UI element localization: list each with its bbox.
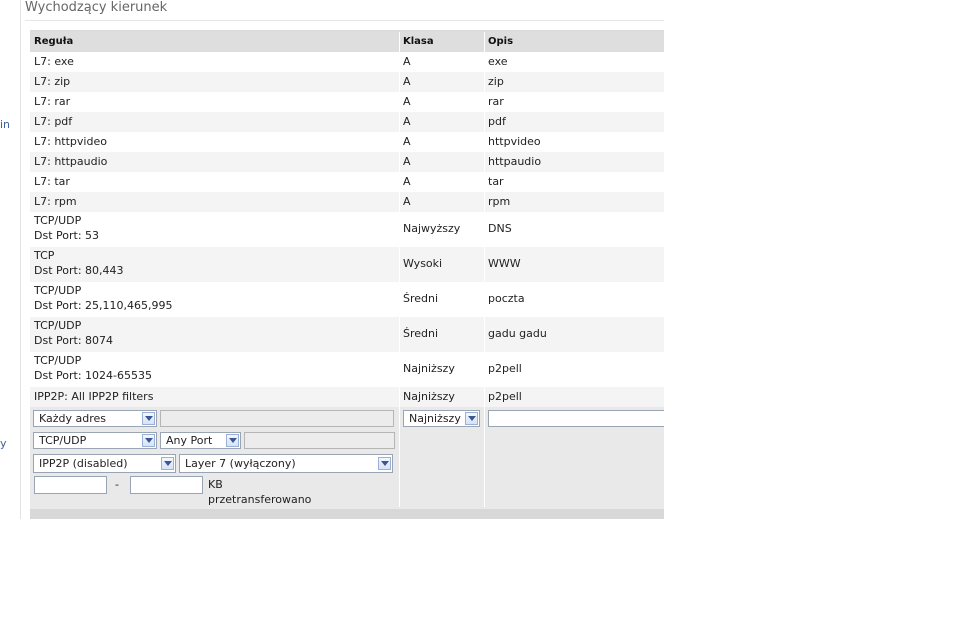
rule-port-cell: Dst Port: 8074 xyxy=(34,334,114,347)
class-cell: Średni xyxy=(403,327,439,340)
column-header-class: Klasa xyxy=(400,32,484,52)
table-row: L7: tar A tar xyxy=(30,172,664,192)
ipp2p-select[interactable]: IPP2P (disabled) xyxy=(33,454,176,473)
rule-port-cell: Dst Port: 53 xyxy=(34,229,100,242)
table-footer-bar xyxy=(30,509,664,519)
table-row: L7: httpvideo A httpvideo xyxy=(30,132,664,152)
layer7-select[interactable]: Layer 7 (wyłączony) xyxy=(179,454,393,473)
chevron-down-icon xyxy=(465,412,478,425)
table-row: TCP/UDP Dst Port: 8074 Średni gadu gadu xyxy=(30,317,664,352)
description-cell: exe xyxy=(488,55,508,68)
chevron-down-icon xyxy=(226,434,239,447)
class-cell: A xyxy=(403,155,411,168)
table-row: L7: rar A rar xyxy=(30,92,664,112)
table-row: TCP/UDP Dst Port: 25,110,465,995 Średni … xyxy=(30,282,664,317)
class-cell: A xyxy=(403,115,411,128)
description-cell: httpaudio xyxy=(488,155,542,168)
table-row: L7: pdf A pdf xyxy=(30,112,664,132)
description-cell: gadu gadu xyxy=(488,327,547,340)
class-cell: Najwyższy xyxy=(403,222,461,235)
protocol-select[interactable]: TCP/UDP xyxy=(33,432,157,449)
chevron-down-icon xyxy=(142,434,155,447)
table-row: TCP/UDP Dst Port: 1024-65535 Najniższy p… xyxy=(30,352,664,387)
section-title: Wychodzący kierunek xyxy=(25,0,168,15)
class-cell: Najniższy xyxy=(403,362,455,375)
description-cell: httpvideo xyxy=(488,135,541,148)
left-nav-fragment[interactable]: in xyxy=(0,118,10,131)
class-cell: A xyxy=(403,135,411,148)
port-select[interactable]: Any Port xyxy=(160,432,241,449)
kb-label: KB xyxy=(208,478,223,491)
description-cell: rpm xyxy=(488,195,511,208)
description-input[interactable] xyxy=(488,410,664,427)
rule-cell: L7: httpaudio xyxy=(34,155,108,168)
transfer-to-input[interactable] xyxy=(130,476,203,494)
rule-port-cell: Dst Port: 80,443 xyxy=(34,264,124,277)
description-cell: DNS xyxy=(488,222,512,235)
description-cell: zip xyxy=(488,75,504,88)
rule-cell: TCP/UDP xyxy=(34,214,82,227)
address-select[interactable]: Każdy adres xyxy=(33,410,157,427)
table-row: L7: exe A exe xyxy=(30,52,664,72)
protocol-select-value: TCP/UDP xyxy=(39,434,87,447)
class-cell: A xyxy=(403,195,411,208)
rule-cell: L7: rar xyxy=(34,95,71,108)
rule-cell: TCP xyxy=(34,249,55,262)
description-cell: p2pell xyxy=(488,390,522,403)
class-cell: A xyxy=(403,55,411,68)
rule-cell: L7: tar xyxy=(34,175,70,188)
class-cell: Wysoki xyxy=(403,257,443,270)
title-divider xyxy=(25,20,664,21)
rule-cell: L7: zip xyxy=(34,75,71,88)
address-select-value: Każdy adres xyxy=(39,412,107,425)
rule-port-cell: Dst Port: 1024-65535 xyxy=(34,369,152,382)
table-row: TCP/UDP Dst Port: 53 Najwyższy DNS xyxy=(30,212,664,247)
class-cell: Najniższy xyxy=(403,390,455,403)
rule-cell: L7: exe xyxy=(34,55,74,68)
rule-cell: IPP2P: All IPP2P filters xyxy=(34,390,154,403)
description-cell: pdf xyxy=(488,115,506,128)
port-select-value: Any Port xyxy=(166,434,213,447)
column-header-description: Opis xyxy=(485,32,664,52)
rule-port-cell: Dst Port: 25,110,465,995 xyxy=(34,299,173,312)
rule-cell: L7: rpm xyxy=(34,195,77,208)
class-select[interactable]: Najniższy xyxy=(403,410,480,427)
description-cell: WWW xyxy=(488,257,521,270)
left-nav-fragment[interactable]: y xyxy=(0,437,7,450)
table-row: TCP Dst Port: 80,443 Wysoki WWW xyxy=(30,247,664,282)
content-border xyxy=(20,0,21,519)
range-dash: - xyxy=(115,478,119,491)
rule-cell: TCP/UDP xyxy=(34,319,82,332)
table-row: L7: zip A zip xyxy=(30,72,664,92)
rule-cell: L7: pdf xyxy=(34,115,73,128)
transfer-from-input[interactable] xyxy=(34,476,107,494)
class-cell: A xyxy=(403,75,411,88)
table-row: L7: rpm A rpm xyxy=(30,192,664,212)
ipp2p-select-value: IPP2P (disabled) xyxy=(39,457,128,470)
rule-cell: TCP/UDP xyxy=(34,354,82,367)
chevron-down-icon xyxy=(161,457,174,470)
class-cell: A xyxy=(403,95,411,108)
rule-cell: TCP/UDP xyxy=(34,284,82,297)
description-cell: poczta xyxy=(488,292,525,305)
port-input[interactable] xyxy=(244,432,395,449)
chevron-down-icon xyxy=(142,412,155,425)
qos-rules-table: Reguła Klasa Opis L7: exe A exe L7: zip … xyxy=(30,30,664,519)
address-input[interactable] xyxy=(160,410,394,427)
table-row: L7: httpaudio A httpaudio xyxy=(30,152,664,172)
transferred-label: przetransferowano xyxy=(208,493,312,506)
rule-cell: L7: httpvideo xyxy=(34,135,107,148)
column-divider xyxy=(484,32,485,509)
class-cell: A xyxy=(403,175,411,188)
column-header-rule: Reguła xyxy=(30,32,399,52)
class-select-value: Najniższy xyxy=(409,412,461,425)
description-cell: rar xyxy=(488,95,504,108)
table-row: IPP2P: All IPP2P filters Najniższy p2pel… xyxy=(30,387,664,407)
layer7-select-value: Layer 7 (wyłączony) xyxy=(185,457,296,470)
chevron-down-icon xyxy=(378,457,391,470)
column-divider xyxy=(399,32,400,509)
description-cell: p2pell xyxy=(488,362,522,375)
description-cell: tar xyxy=(488,175,504,188)
class-cell: Średni xyxy=(403,292,439,305)
